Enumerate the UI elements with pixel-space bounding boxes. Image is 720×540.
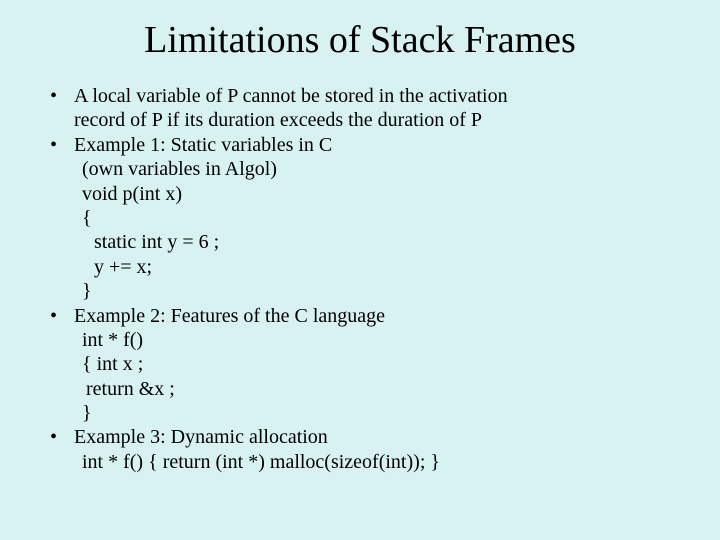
text-line: } — [74, 279, 672, 303]
bullet-item: • Example 1: Static variables in C (own … — [48, 133, 672, 304]
text-line: void p(int x) — [74, 182, 672, 206]
text-line: return &x ; — [74, 377, 672, 401]
text-line: Example 1: Static variables in C — [74, 133, 672, 157]
text-line: { int x ; — [74, 352, 672, 376]
bullet-text: Example 1: Static variables in C (own va… — [74, 133, 672, 304]
bullet-marker: • — [48, 133, 74, 304]
bullet-marker: • — [48, 425, 74, 474]
text-line: Example 2: Features of the C language — [74, 304, 672, 328]
bullet-marker: • — [48, 84, 74, 133]
text-line: int * f() — [74, 328, 672, 352]
text-line: (own variables in Algol) — [74, 157, 672, 181]
slide-title: Limitations of Stack Frames — [48, 18, 672, 62]
text-line: record of P if its duration exceeds the … — [74, 108, 672, 132]
text-line: int * f() { return (int *) malloc(sizeof… — [74, 450, 672, 474]
text-line: y += x; — [74, 255, 672, 279]
bullet-item: • Example 3: Dynamic allocation int * f(… — [48, 425, 672, 474]
text-line: Example 3: Dynamic allocation — [74, 425, 672, 449]
bullet-text: Example 2: Features of the C language in… — [74, 304, 672, 426]
text-line: } — [74, 401, 672, 425]
bullet-marker: • — [48, 304, 74, 426]
text-line: static int y = 6 ; — [74, 230, 672, 254]
bullet-text: A local variable of P cannot be stored i… — [74, 84, 672, 133]
slide-content: • A local variable of P cannot be stored… — [48, 84, 672, 474]
text-line: { — [74, 206, 672, 230]
bullet-item: • A local variable of P cannot be stored… — [48, 84, 672, 133]
bullet-item: • Example 2: Features of the C language … — [48, 304, 672, 426]
bullet-text: Example 3: Dynamic allocation int * f() … — [74, 425, 672, 474]
text-line: A local variable of P cannot be stored i… — [74, 84, 672, 108]
